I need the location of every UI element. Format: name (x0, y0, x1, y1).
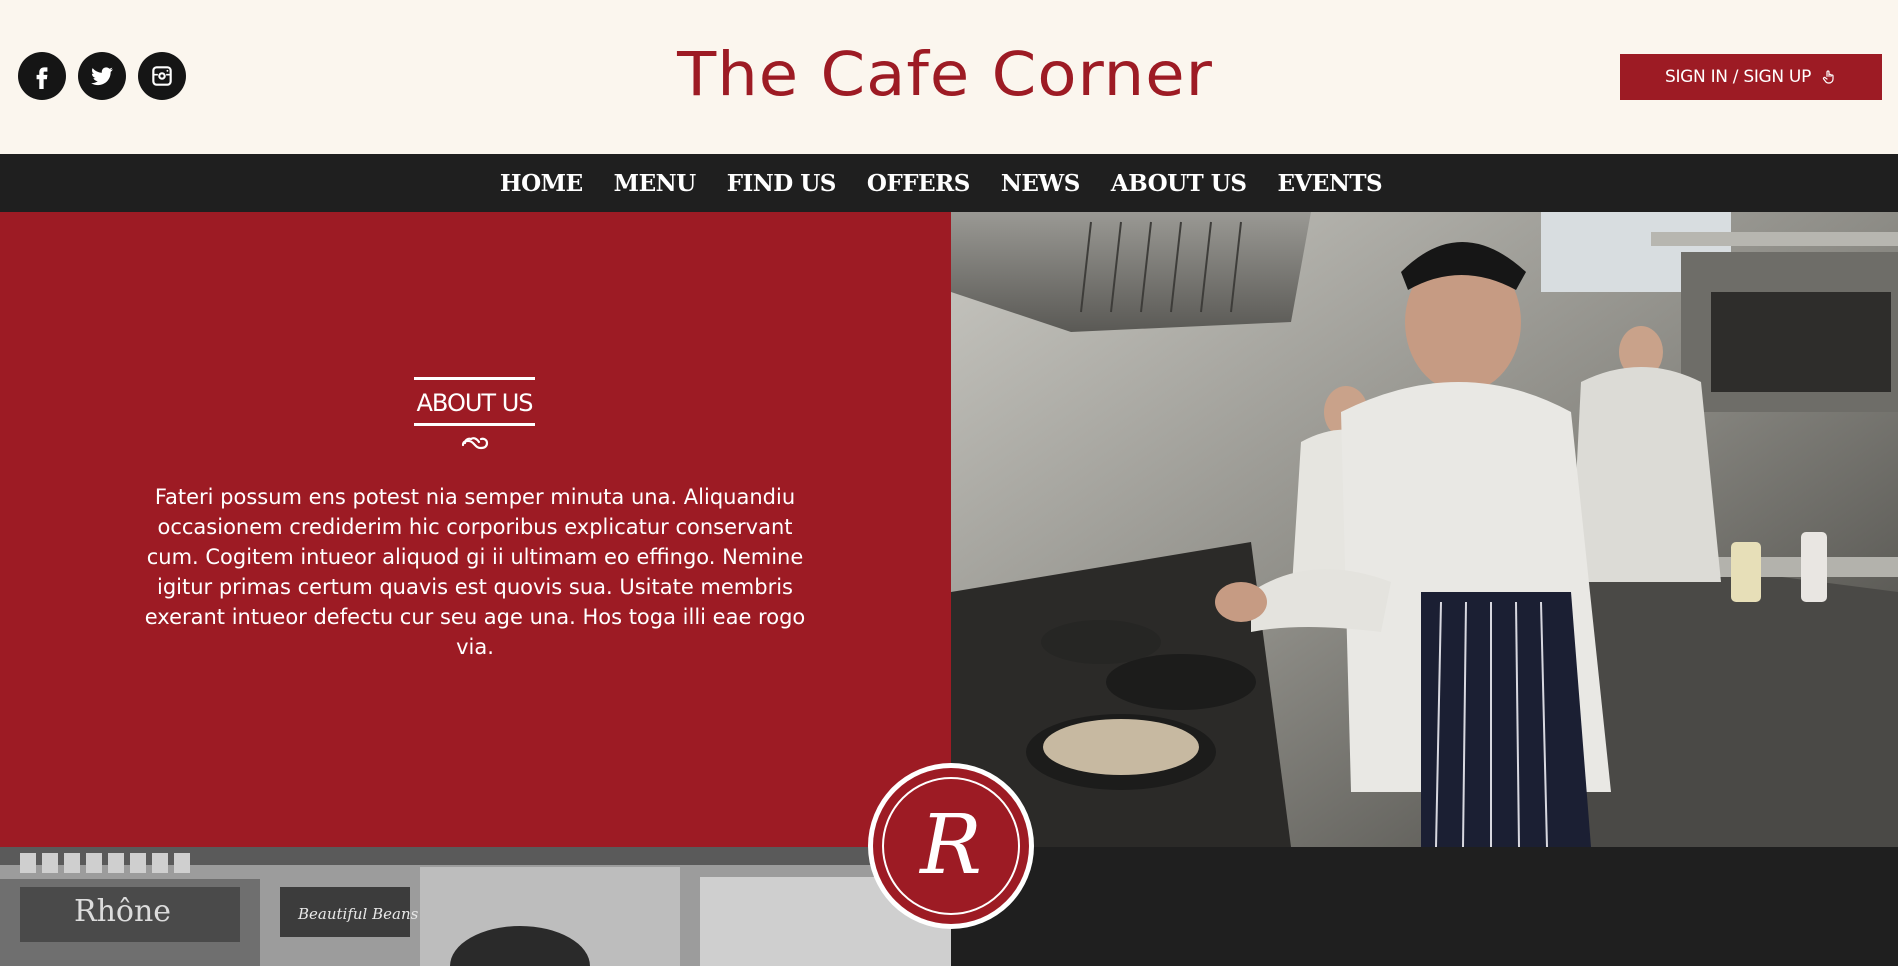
monogram-badge: R (868, 763, 1034, 929)
nav-menu[interactable]: MENU (614, 170, 697, 197)
signin-label: SIGN IN / SIGN UP (1664, 67, 1812, 87)
kitchen-illustration (951, 212, 1898, 847)
about-body: Fateri possum ens potest nia semper minu… (144, 485, 806, 659)
nav-offers[interactable]: OFFERS (867, 170, 970, 197)
badge-ring: R (882, 777, 1020, 915)
shop-sign-rhone: Rhône (74, 894, 171, 929)
site-title[interactable]: The Cafe Corner (0, 40, 1890, 110)
pointer-hand-icon (1822, 70, 1834, 84)
badge-monogram: R (920, 798, 982, 893)
shop-illustration: Rhône Beautiful Beans (0, 847, 951, 966)
ornament-icon (461, 437, 488, 450)
nav-find-us[interactable]: FIND US (727, 170, 837, 197)
dark-footer-block (951, 847, 1898, 966)
nav-home[interactable]: HOME (500, 170, 583, 197)
shop-sign-beans: Beautiful Beans (297, 905, 419, 923)
nav-events[interactable]: EVENTS (1277, 170, 1382, 197)
main-nav: HOME MENU FIND US OFFERS NEWS ABOUT US E… (0, 154, 1898, 212)
about-heading-block: ABOUT US (414, 377, 535, 452)
signin-button[interactable]: SIGN IN / SIGN UP (1620, 54, 1882, 100)
shop-photo: Rhône Beautiful Beans (0, 847, 951, 966)
about-section: ABOUT US Fateri possum ens potest nia se… (0, 212, 951, 847)
nav-news[interactable]: NEWS (1001, 170, 1081, 197)
nav-about-us[interactable]: ABOUT US (1111, 170, 1247, 197)
kitchen-photo (951, 212, 1898, 847)
heading-rule-bottom (414, 423, 535, 426)
badge-inner: R (873, 768, 1029, 924)
about-heading: ABOUT US (416, 389, 533, 417)
site-header: The Cafe Corner SIGN IN / SIGN UP (0, 0, 1898, 154)
